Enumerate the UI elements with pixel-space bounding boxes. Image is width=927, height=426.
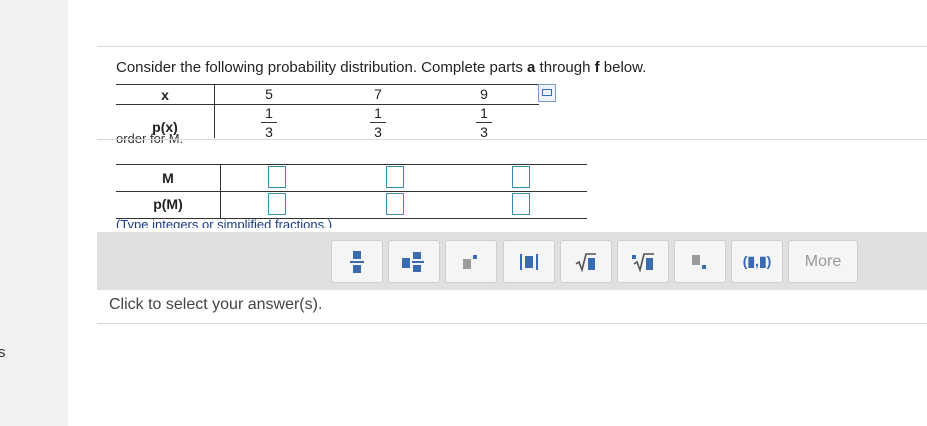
fraction-button[interactable]: [331, 240, 383, 283]
question-part2: through: [535, 59, 595, 76]
more-button[interactable]: More: [788, 240, 858, 283]
pm-header: p(M): [153, 196, 183, 212]
section-divider: [97, 139, 927, 140]
exponent-icon: [463, 254, 477, 269]
table-mid-rule: [116, 191, 587, 192]
nth-root-icon: [632, 252, 654, 272]
question-part1: Consider the following probability distr…: [116, 59, 528, 76]
pm-answer-box-2[interactable]: [386, 193, 404, 215]
fraction-bar: [476, 122, 492, 123]
answer-prompt: Click to select your answer(s).: [109, 296, 323, 313]
x-value-1: 5: [265, 86, 273, 102]
absolute-value-icon: [520, 253, 538, 270]
px-value-3: 1 3: [474, 106, 494, 138]
sampling-table: M p(M): [116, 164, 587, 220]
subscript-button[interactable]: [674, 240, 726, 283]
px-value-2: 1 3: [368, 106, 388, 138]
ordered-pair-button[interactable]: (▮,▮): [731, 240, 783, 283]
m-answer-box-1[interactable]: [268, 166, 286, 188]
fraction-icon: [350, 250, 364, 273]
left-panel-text-fragment: s: [0, 344, 6, 361]
pm-answer-box-3[interactable]: [512, 193, 530, 215]
bottom-divider: [97, 323, 927, 324]
table-column-rule: [220, 164, 221, 219]
question-part3: below.: [599, 59, 647, 76]
m-header: M: [162, 170, 174, 186]
square-root-icon: [575, 252, 596, 272]
math-toolbar: (▮,▮) More: [97, 232, 927, 290]
px-denominator-1: 3: [265, 124, 273, 138]
px-numerator-2: 1: [374, 105, 382, 121]
px-numerator-1: 1: [265, 105, 273, 121]
px-value-1: 1 3: [259, 106, 279, 138]
absolute-value-button[interactable]: [503, 240, 555, 283]
nth-root-button[interactable]: [617, 240, 669, 283]
x-header: x: [161, 87, 169, 103]
exponent-button[interactable]: [445, 240, 497, 283]
px-numerator-3: 1: [480, 105, 488, 121]
px-denominator-2: 3: [374, 124, 382, 138]
table-top-rule: [116, 84, 539, 85]
distribution-table: x 5 7 9 p(x) 1 3 1 3 1 3: [116, 84, 539, 138]
input-hint: (Type integers or simplified fractions.): [116, 218, 333, 228]
fraction-bar: [370, 122, 386, 123]
ordered-pair-icon: (▮,▮): [742, 253, 772, 269]
px-denominator-3: 3: [480, 124, 488, 138]
table-top-rule: [116, 164, 587, 165]
x-value-3: 9: [480, 86, 488, 102]
partial-instruction-text: order for M.: [116, 132, 184, 143]
square-root-button[interactable]: [560, 240, 612, 283]
x-value-2: 7: [374, 86, 382, 102]
mixed-number-button[interactable]: [388, 240, 440, 283]
table-column-rule: [214, 84, 215, 138]
table-mid-rule: [116, 104, 539, 105]
pm-answer-box-1[interactable]: [268, 193, 286, 215]
question-text: Consider the following probability distr…: [116, 59, 646, 76]
subscript-icon: [692, 254, 706, 269]
fraction-bar: [261, 122, 277, 123]
mixed-number-icon: [402, 251, 424, 272]
top-divider: [97, 46, 927, 47]
popup-window-icon[interactable]: [538, 84, 556, 102]
m-answer-box-2[interactable]: [386, 166, 404, 188]
m-answer-box-3[interactable]: [512, 166, 530, 188]
left-panel: s: [0, 0, 68, 426]
